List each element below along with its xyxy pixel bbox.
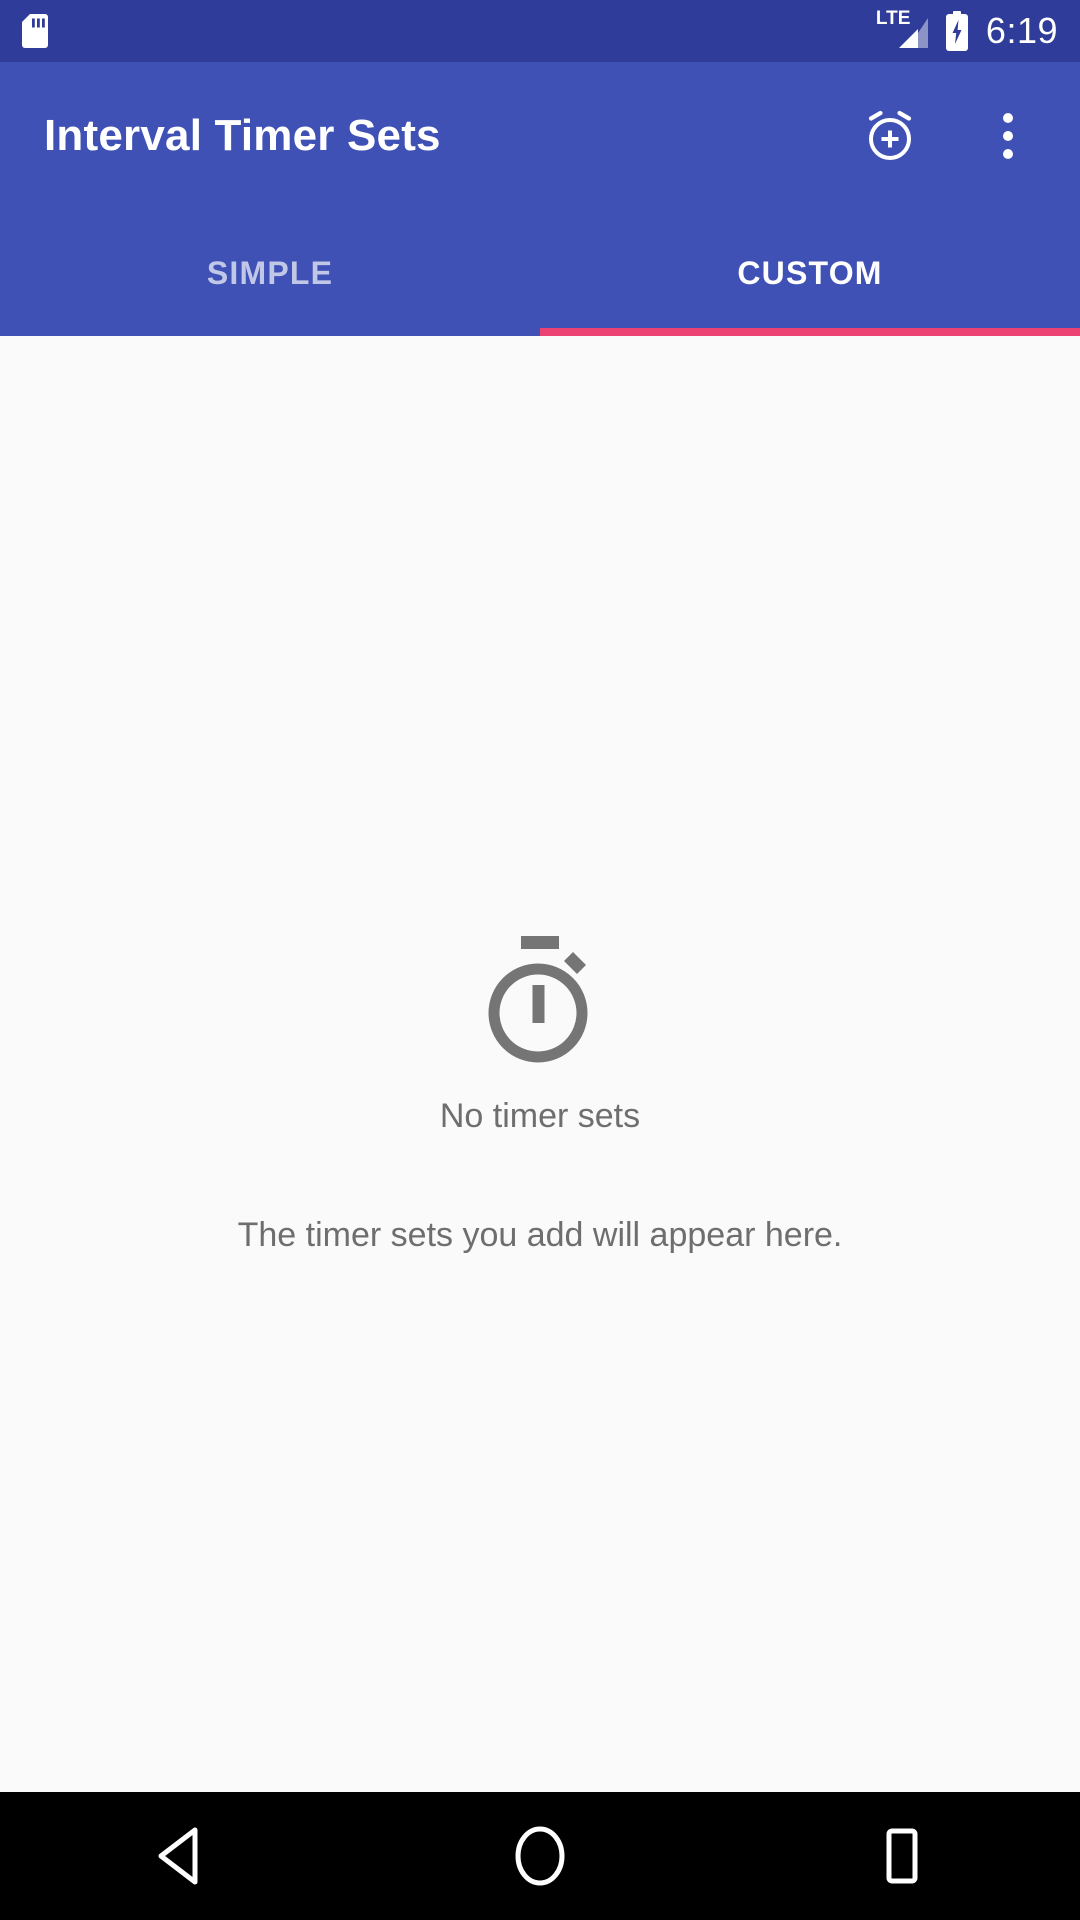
status-bar-right: LTE 6:19	[876, 9, 1058, 51]
tab-custom[interactable]: CUSTOM	[540, 210, 1080, 336]
empty-state: No timer sets The timer sets you add wil…	[0, 336, 1080, 1256]
signal-bars-icon: LTE	[876, 9, 930, 50]
app-bar-actions	[842, 88, 1056, 184]
phone-screen: LTE 6:19 Interval Timer Sets SIMPLE CUST…	[0, 0, 1080, 1920]
stopwatch-icon	[476, 936, 604, 1068]
status-bar: LTE 6:19	[0, 0, 1080, 62]
back-button[interactable]	[0, 1826, 360, 1886]
overflow-menu-button[interactable]	[960, 88, 1056, 184]
empty-state-subtitle: The timer sets you add will appear here.	[237, 1215, 843, 1254]
app-bar: Interval Timer Sets SIMPLE CUSTOM	[0, 62, 1080, 336]
tab-bar: SIMPLE CUSTOM	[0, 210, 1080, 336]
status-bar-clock: 6:19	[985, 10, 1058, 51]
recents-button[interactable]	[720, 1825, 1080, 1887]
tab-simple[interactable]: SIMPLE	[0, 210, 540, 336]
sd-card-icon	[22, 14, 48, 48]
battery-charging-icon	[944, 11, 970, 51]
add-alarm-button[interactable]	[842, 88, 938, 184]
back-triangle-icon	[151, 1826, 209, 1886]
status-bar-left	[22, 14, 48, 48]
content-area: No timer sets The timer sets you add wil…	[0, 336, 1080, 1792]
tab-custom-label: CUSTOM	[737, 255, 883, 291]
page-title: Interval Timer Sets	[44, 110, 441, 160]
recents-square-icon	[871, 1825, 929, 1887]
tab-simple-label: SIMPLE	[206, 255, 334, 291]
home-button[interactable]	[360, 1825, 720, 1887]
system-navigation-bar	[0, 1792, 1080, 1920]
tab-selection-indicator	[540, 328, 1080, 336]
home-circle-icon	[511, 1825, 569, 1887]
add-alarm-icon	[862, 108, 918, 164]
app-bar-top-row: Interval Timer Sets	[0, 62, 1080, 210]
overflow-menu-icon	[984, 108, 1032, 164]
empty-state-title: No timer sets	[439, 1097, 641, 1135]
